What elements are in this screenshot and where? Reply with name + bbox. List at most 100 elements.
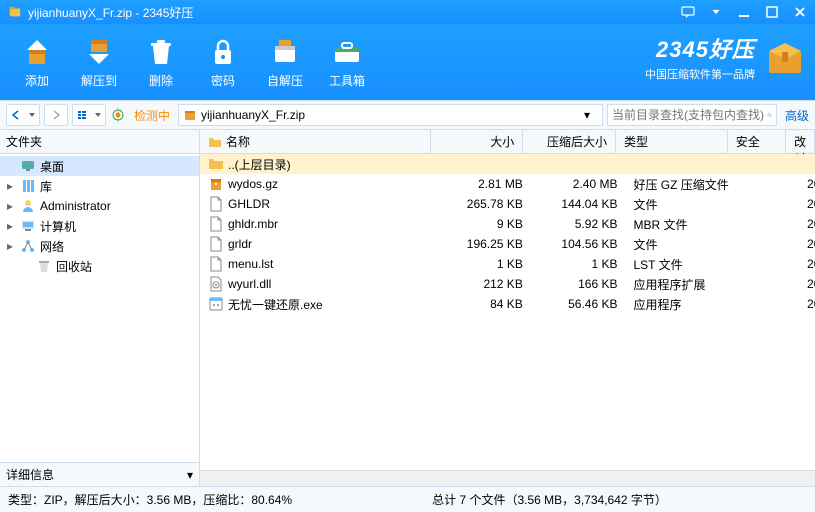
address-dropdown[interactable]: ▾ bbox=[584, 108, 598, 122]
archive-icon bbox=[183, 108, 197, 122]
tree-label: 回收站 bbox=[56, 258, 92, 275]
search-box[interactable] bbox=[607, 104, 777, 126]
column-security[interactable]: 安全 bbox=[728, 130, 786, 153]
file-type: 应用程序 bbox=[625, 296, 739, 313]
file-type: LST 文件 bbox=[625, 256, 739, 273]
search-input[interactable] bbox=[612, 108, 767, 122]
file-modified: 2016- bbox=[799, 297, 815, 311]
search-icon[interactable] bbox=[767, 108, 772, 122]
folder-icon bbox=[208, 135, 222, 149]
lock-icon bbox=[207, 36, 239, 68]
file-row[interactable]: wyurl.dll212 KB166 KB应用程序扩展2016- bbox=[200, 274, 815, 294]
file-size: 2.81 MB bbox=[436, 177, 531, 191]
dropdown-icon[interactable] bbox=[709, 5, 723, 19]
status-center: 总计 7 个文件（3.56 MB，3,734,642 字节） bbox=[432, 491, 667, 508]
tree-label: 计算机 bbox=[40, 218, 76, 235]
file-size: 9 KB bbox=[436, 217, 531, 231]
scan-icon bbox=[110, 107, 126, 123]
file-modified: 2016- bbox=[799, 177, 815, 191]
file-row[interactable]: ..(上层目录) bbox=[200, 154, 815, 174]
file-icon bbox=[208, 196, 224, 212]
file-type: 应用程序扩展 bbox=[625, 276, 739, 293]
file-row[interactable]: GHLDR265.78 KB144.04 KB文件2014- bbox=[200, 194, 815, 214]
self-extract-button[interactable]: 自解压 bbox=[254, 36, 316, 89]
address-text: yijianhuanyX_Fr.zip bbox=[201, 108, 584, 122]
tree-item[interactable]: 回收站 bbox=[0, 256, 199, 276]
file-type: 好压 GZ 压缩文件 bbox=[625, 176, 739, 193]
sidebar-header: 文件夹 bbox=[0, 130, 199, 154]
tree-item[interactable]: 桌面 bbox=[0, 156, 199, 176]
minimize-button[interactable] bbox=[737, 5, 751, 19]
add-button[interactable]: 添加 bbox=[6, 36, 68, 89]
file-type: 文件 bbox=[625, 236, 739, 253]
column-compressed-size[interactable]: 压缩后大小 bbox=[523, 130, 616, 153]
file-size: 265.78 KB bbox=[436, 197, 531, 211]
tree-toggle[interactable]: ▸ bbox=[4, 199, 16, 213]
column-size[interactable]: 大小 bbox=[431, 130, 524, 153]
details-dropdown[interactable]: ▾ bbox=[187, 468, 193, 482]
file-name: ghldr.mbr bbox=[228, 217, 278, 231]
desktop-icon bbox=[20, 158, 36, 174]
file-name: menu.lst bbox=[228, 257, 273, 271]
file-row[interactable]: grldr196.25 KB104.56 KB文件2007- bbox=[200, 234, 815, 254]
brand-subtitle: 中国压缩软件第一品牌 bbox=[645, 66, 755, 82]
file-name: wydos.gz bbox=[228, 177, 278, 191]
file-size: 212 KB bbox=[436, 277, 531, 291]
user-icon bbox=[20, 198, 36, 214]
close-button[interactable] bbox=[793, 5, 807, 19]
tree-toggle[interactable]: ▸ bbox=[4, 179, 16, 193]
file-row[interactable]: wydos.gz2.81 MB2.40 MB好压 GZ 压缩文件2016- bbox=[200, 174, 815, 194]
password-button[interactable]: 密码 bbox=[192, 36, 254, 89]
forward-button[interactable] bbox=[44, 104, 68, 126]
file-type: MBR 文件 bbox=[625, 216, 739, 233]
title-bar: yijianhuanyX_Fr.zip - 2345好压 bbox=[0, 0, 815, 24]
file-icon bbox=[208, 216, 224, 232]
tree-item[interactable]: ▸ 计算机 bbox=[0, 216, 199, 236]
navigation-bar: 检测中 yijianhuanyX_Fr.zip ▾ 高级 bbox=[0, 100, 815, 130]
file-row[interactable]: 无忧一键还原.exe84 KB56.46 KB应用程序2016- bbox=[200, 294, 815, 314]
file-compressed-size: 104.56 KB bbox=[531, 237, 626, 251]
extract-button[interactable]: 解压到 bbox=[68, 36, 130, 89]
file-compressed-size: 1 KB bbox=[531, 257, 626, 271]
column-modified[interactable]: 修改时 bbox=[786, 130, 815, 153]
column-type[interactable]: 类型 bbox=[616, 130, 728, 153]
file-name: GHLDR bbox=[228, 197, 270, 211]
address-bar[interactable]: yijianhuanyX_Fr.zip ▾ bbox=[178, 104, 603, 126]
file-name: ..(上层目录) bbox=[228, 156, 291, 173]
exe-icon bbox=[208, 296, 224, 312]
tree-item[interactable]: ▸库 bbox=[0, 176, 199, 196]
file-size: 1 KB bbox=[436, 257, 531, 271]
horizontal-scrollbar[interactable] bbox=[200, 470, 815, 486]
network-icon bbox=[20, 238, 36, 254]
file-panel: 名称 大小 压缩后大小 类型 安全 修改时 ..(上层目录) wydos.gz 2.… bbox=[200, 130, 815, 486]
file-modified: 2014- bbox=[799, 197, 815, 211]
tree-toggle[interactable]: ▸ bbox=[4, 219, 16, 233]
delete-button[interactable]: 删除 bbox=[130, 36, 192, 89]
brand-area: 2345好压 中国压缩软件第一品牌 bbox=[645, 32, 807, 82]
tree-label: Administrator bbox=[40, 199, 111, 213]
brand-logo: 2345好压 bbox=[656, 32, 755, 64]
advanced-link[interactable]: 高级 bbox=[785, 107, 809, 124]
sidebar-footer[interactable]: 详细信息 ▾ bbox=[0, 462, 199, 486]
tools-button[interactable]: 工具箱 bbox=[316, 36, 378, 89]
maximize-button[interactable] bbox=[765, 5, 779, 19]
file-row[interactable]: ghldr.mbr9 KB5.92 KBMBR 文件2014- bbox=[200, 214, 815, 234]
tree-item[interactable]: ▸ 网络 bbox=[0, 236, 199, 256]
tree-label: 网络 bbox=[40, 238, 64, 255]
file-name: grldr bbox=[228, 237, 252, 251]
file-list: ..(上层目录)wydos.gz2.81 MB2.40 MB好压 GZ 压缩文件… bbox=[200, 154, 815, 470]
file-modified: 2014- bbox=[799, 257, 815, 271]
back-button[interactable] bbox=[6, 104, 40, 126]
column-name[interactable]: 名称 bbox=[200, 130, 431, 153]
file-compressed-size: 144.04 KB bbox=[531, 197, 626, 211]
file-compressed-size: 166 KB bbox=[531, 277, 626, 291]
file-row[interactable]: menu.lst1 KB1 KBLST 文件2014- bbox=[200, 254, 815, 274]
tree-label: 库 bbox=[40, 178, 52, 195]
tree-item[interactable]: ▸ Administrator bbox=[0, 196, 199, 216]
tree-toggle[interactable]: ▸ bbox=[4, 239, 16, 253]
comment-icon[interactable] bbox=[681, 5, 695, 19]
view-button[interactable] bbox=[72, 104, 106, 126]
status-left: 类型：ZIP，解压后大小：3.56 MB，压缩比：80.64% bbox=[8, 491, 292, 508]
add-icon bbox=[21, 36, 53, 68]
file-size: 196.25 KB bbox=[436, 237, 531, 251]
